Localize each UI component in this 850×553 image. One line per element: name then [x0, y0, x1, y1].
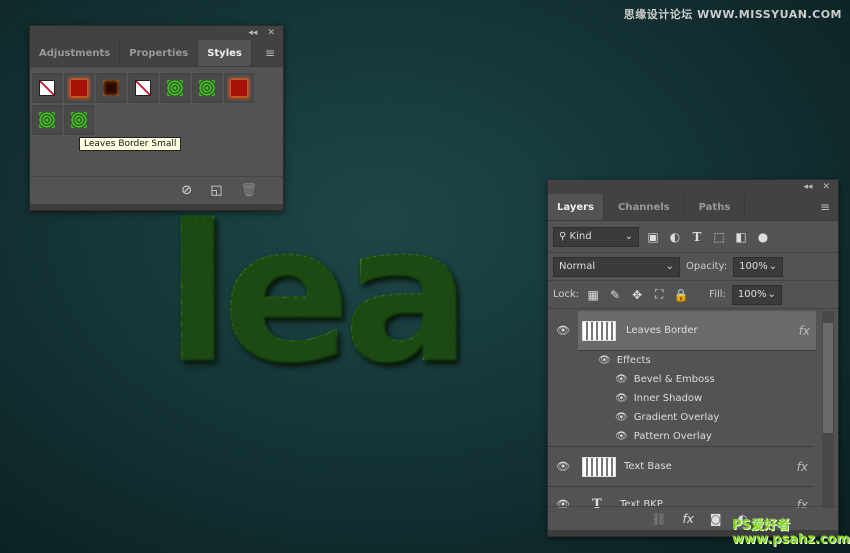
trash-icon[interactable]: 🗑 — [240, 183, 257, 198]
fill-label: Fill: — [709, 289, 726, 300]
effects-row[interactable]: 👁 Effects — [598, 351, 651, 370]
new-style-icon[interactable]: ◱ — [210, 183, 222, 198]
adjustment-filter-icon[interactable]: ◐ — [667, 230, 683, 244]
style-swatch-leaves-border-small[interactable] — [64, 105, 94, 135]
fx-icon[interactable]: fx — [797, 460, 808, 474]
tab-layers[interactable]: Layers — [548, 194, 604, 220]
tab-paths[interactable]: Paths — [685, 194, 746, 220]
fx-icon[interactable]: fx — [799, 324, 810, 338]
layer-thumbnail — [582, 456, 616, 477]
leaf-text-artwork: lea — [165, 184, 471, 405]
collapse-icon[interactable]: ◂◂ — [248, 28, 257, 38]
blend-mode-dropdown[interactable]: Normal ⌄ — [553, 256, 680, 277]
lock-pixels-icon[interactable]: ✎ — [607, 288, 623, 302]
type-filter-icon[interactable]: T — [689, 230, 705, 244]
scrollbar[interactable] — [822, 311, 834, 508]
layer-thumbnail — [582, 320, 616, 341]
style-swatch-leaves[interactable] — [160, 73, 190, 103]
link-icon[interactable]: ⛓ — [651, 512, 666, 526]
smart-object-filter-icon[interactable]: ◧ — [733, 230, 749, 244]
watermark-bottom: PS爱好者 www.psahz.com — [732, 518, 850, 547]
style-swatch-red[interactable] — [64, 73, 94, 103]
collapse-icon[interactable]: ◂◂ — [803, 182, 812, 192]
tab-properties[interactable]: Properties — [120, 40, 199, 66]
visibility-eye-icon[interactable]: 👁 — [615, 393, 628, 404]
tab-styles[interactable]: Styles — [198, 40, 252, 66]
layer-row-text-bkp[interactable]: 👁 T Text BKP fx — [548, 487, 814, 508]
opacity-field[interactable]: 100% ⌄ — [733, 256, 784, 277]
search-icon: ⚲ — [559, 231, 567, 242]
clear-style-icon[interactable]: ⊘ — [181, 183, 192, 198]
lock-artboard-icon[interactable]: ⛶ — [651, 287, 667, 302]
layer-name: Leaves Border — [626, 325, 698, 336]
visibility-eye-icon[interactable]: 👁 — [615, 374, 628, 385]
lock-position-icon[interactable]: ✥ — [629, 288, 645, 302]
filter-toggle[interactable]: ● — [755, 230, 771, 244]
panel-menu-icon[interactable]: ≡ — [257, 40, 283, 66]
fx-icon[interactable]: fx — [683, 512, 694, 526]
tab-channels[interactable]: Channels — [604, 194, 685, 220]
visibility-eye-icon[interactable]: 👁 — [548, 460, 578, 473]
opacity-label: Opacity: — [686, 261, 728, 272]
styles-panel: ◂◂ ✕ Adjustments Properties Styles ≡ ⊘ ◱ … — [29, 25, 284, 211]
lock-all-icon[interactable]: 🔒 — [673, 288, 689, 302]
layer-row-text-base[interactable]: 👁 Text Base fx — [548, 446, 814, 487]
style-swatch-burnt[interactable] — [96, 73, 126, 103]
visibility-eye-icon[interactable]: 👁 — [615, 412, 628, 423]
effect-row[interactable]: 👁 Pattern Overlay — [615, 427, 712, 446]
close-icon[interactable]: ✕ — [822, 182, 830, 192]
style-swatch-none[interactable] — [128, 73, 158, 103]
image-filter-icon[interactable]: ▣ — [645, 230, 661, 244]
tab-adjustments[interactable]: Adjustments — [30, 40, 121, 66]
effect-row[interactable]: 👁 Inner Shadow — [615, 389, 702, 408]
mask-icon[interactable]: ◙ — [710, 512, 722, 526]
visibility-eye-icon[interactable]: 👁 — [548, 324, 578, 337]
visibility-eye-icon[interactable]: 👁 — [598, 355, 611, 366]
layer-name: Text Base — [624, 461, 672, 472]
tooltip: Leaves Border Small — [79, 137, 182, 151]
effect-row[interactable]: 👁 Bevel & Emboss — [615, 370, 715, 389]
panel-menu-icon[interactable]: ≡ — [812, 194, 838, 220]
lock-label: Lock: — [553, 289, 580, 300]
close-icon[interactable]: ✕ — [267, 28, 275, 38]
style-swatch-none[interactable] — [32, 73, 62, 103]
chevron-down-icon: ⌄ — [624, 231, 633, 242]
watermark-top: 思缘设计论坛 WWW.MISSYUAN.COM — [623, 8, 842, 21]
layer-row-leaves-border[interactable]: Leaves Border fx — [578, 311, 816, 351]
lock-transparent-icon[interactable]: ▦ — [585, 288, 601, 302]
fill-field[interactable]: 100% ⌄ — [731, 284, 782, 305]
visibility-eye-icon[interactable]: 👁 — [615, 431, 628, 442]
style-swatch-leaves[interactable] — [192, 73, 222, 103]
style-swatch-leaves[interactable] — [32, 105, 62, 135]
layers-panel: ◂◂ ✕ Layers Channels Paths ≡ ⚲ Kind ⌄ ▣ ◐ … — [547, 179, 839, 537]
resize-grip[interactable] — [30, 204, 283, 210]
filter-kind-dropdown[interactable]: ⚲ Kind ⌄ — [553, 226, 639, 247]
effect-row[interactable]: 👁 Gradient Overlay — [615, 408, 719, 427]
shape-filter-icon[interactable]: ⬚ — [711, 230, 727, 244]
style-swatch-red[interactable] — [224, 73, 254, 103]
